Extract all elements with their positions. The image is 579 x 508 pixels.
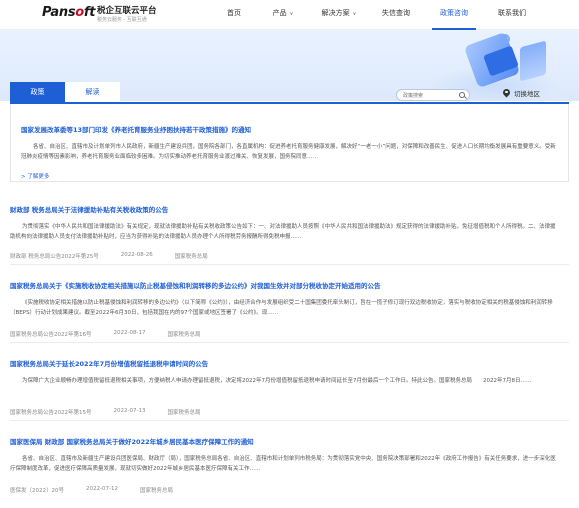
article-summary: 为保障广大企业顺畅办理增值税留抵退税相关事项，方便纳税人申请办理留抵退税，决定将… xyxy=(22,378,532,384)
nav-contact[interactable]: 联系我们 xyxy=(490,0,534,30)
logo-text-part: Pans xyxy=(42,5,76,20)
divider xyxy=(10,420,569,421)
article-summary: 《实施税收协定相关措施以防止税基侵蚀和利润转移的多边公约》（以下简称《公约》），… xyxy=(10,300,553,316)
tab-interpretation[interactable]: 解读 xyxy=(65,82,120,102)
banner-illustration-ring xyxy=(500,34,510,44)
search-input[interactable] xyxy=(403,91,455,100)
article-title[interactable]: 国家医保局 财政部 国家税务总局关于做好2022年城乡居民基本医疗保障工作的通知 xyxy=(10,436,569,446)
nav-products[interactable]: 产品 ∨ xyxy=(262,0,304,30)
featured-title[interactable]: 国家发展改革委等13部门印发《养老托育服务业纾困扶持若干政策措施》的通知 xyxy=(21,124,251,134)
article-doc-number: 国家税务总局公告2022年第15号 xyxy=(10,410,92,416)
article-date: 2022-08-26 xyxy=(120,252,153,258)
list-item: 国家医保局 财政部 国家税务总局关于做好2022年城乡居民基本医疗保障工作的通知… xyxy=(10,436,569,500)
location-pin-icon xyxy=(503,89,510,98)
brand-logo[interactable]: Pansoft xyxy=(42,5,95,20)
brand-title: 税企互联云平台 xyxy=(97,6,157,16)
article-meta: 医保发〔2022〕20号 2022-07-12 国家税务总局 xyxy=(10,486,195,494)
region-label: 切换地区 xyxy=(514,90,540,98)
search-icon[interactable] xyxy=(459,92,465,98)
featured-summary: 各省、自治区、直辖市及计划单列市人民政府，新疆生产建设兵团，国务院各部门，各直属… xyxy=(21,144,556,160)
main-nav: 首页 产品 ∨ 解决方案 ∨ 失信查询 政策咨询 联系我们 xyxy=(216,0,534,30)
article-date: 2022-08-17 xyxy=(113,330,146,336)
article-meta: 财政部 税务总局公告2022年第25号 2022-08-26 国家税务总局 xyxy=(10,252,230,260)
banner-illustration-panel xyxy=(520,40,546,82)
divider xyxy=(10,264,569,265)
learn-more-label: 了解更多 xyxy=(27,174,50,180)
article-title[interactable]: 国家税务总局关于延长2022年7月份增值税留抵退税申请时间的公告 xyxy=(10,358,569,368)
list-item: 财政部 税务总局关于法律援助补贴有关税收政策的公告 为贯彻落实《中华人民共和国法… xyxy=(10,204,569,265)
article-title[interactable]: 财政部 税务总局关于法律援助补贴有关税收政策的公告 xyxy=(10,204,569,214)
logo-text-accent: o xyxy=(75,5,84,20)
featured-policy-card: 国家发展改革委等13部门印发《养老托育服务业纾困扶持若干政策措施》的通知 各省、… xyxy=(10,104,569,182)
article-date: 2022-07-12 xyxy=(86,486,118,492)
policy-tabs: 政策 解读 xyxy=(10,82,120,102)
nav-credit-check[interactable]: 失信查询 xyxy=(374,0,418,30)
nav-home[interactable]: 首页 xyxy=(216,0,252,30)
list-item: 国家税务总局关于《实施税收协定相关措施以防止税基侵蚀和利润转移的多边公约》对我国… xyxy=(10,280,569,343)
region-switcher[interactable]: 切换地区 xyxy=(503,88,540,98)
article-meta: 国家税务总局公告2022年第16号 2022-08-17 国家税务总局 xyxy=(10,330,222,338)
site-header: Pansoft 税企互联云平台 税务云服务 · 互联互通 首页 产品 ∨ 解决方案… xyxy=(0,0,579,30)
article-doc-number: 国家税务总局公告2022年第16号 xyxy=(10,332,92,338)
nav-label: 失信查询 xyxy=(382,9,410,17)
article-doc-number: 医保发〔2022〕20号 xyxy=(10,488,64,494)
nav-label: 产品 xyxy=(272,9,287,17)
article-issuer: 国家税务总局 xyxy=(139,488,173,494)
nav-policy-consult[interactable]: 政策咨询 xyxy=(432,0,476,30)
divider xyxy=(10,342,569,343)
brand-subtitle: 税务云服务 · 互联互通 xyxy=(97,17,147,23)
article-issuer: 国家税务总局 xyxy=(167,410,201,416)
article-summary: 为贯彻落实《中华人民共和国法律援助法》有关规定，现就法律援助补贴有关税收政策公告… xyxy=(10,224,556,240)
article-meta: 国家税务总局公告2022年第15号 2022-07-13 国家税务总局 xyxy=(10,408,222,416)
article-date: 2022-07-13 xyxy=(113,408,146,414)
article-issuer: 国家税务总局 xyxy=(174,254,208,260)
article-title[interactable]: 国家税务总局关于《实施税收协定相关措施以防止税基侵蚀和利润转移的多边公约》对我国… xyxy=(10,280,569,290)
learn-more-link[interactable]: > 了解更多 xyxy=(21,172,49,180)
chevron-down-icon: ∨ xyxy=(352,11,357,17)
list-item: 国家税务总局关于延长2022年7月份增值税留抵退税申请时间的公告 为保障广大企业… xyxy=(10,358,569,421)
logo-text-part: ft xyxy=(83,5,96,20)
nav-solutions[interactable]: 解决方案 ∨ xyxy=(314,0,364,30)
chevron-down-icon: ∨ xyxy=(289,11,294,17)
nav-label: 联系我们 xyxy=(498,9,526,17)
article-summary: 各省、自治区、直辖市及新疆生产建设兵团医保局、财政厅（局），国家税务总局各省、自… xyxy=(10,456,556,472)
nav-label: 首页 xyxy=(227,9,241,17)
nav-label: 政策咨询 xyxy=(440,9,468,17)
policy-search xyxy=(396,89,470,101)
nav-label: 解决方案 xyxy=(321,9,350,17)
tab-policy[interactable]: 政策 xyxy=(10,82,65,102)
article-issuer: 国家税务总局 xyxy=(167,332,201,338)
article-doc-number: 财政部 税务总局公告2022年第25号 xyxy=(10,254,99,260)
